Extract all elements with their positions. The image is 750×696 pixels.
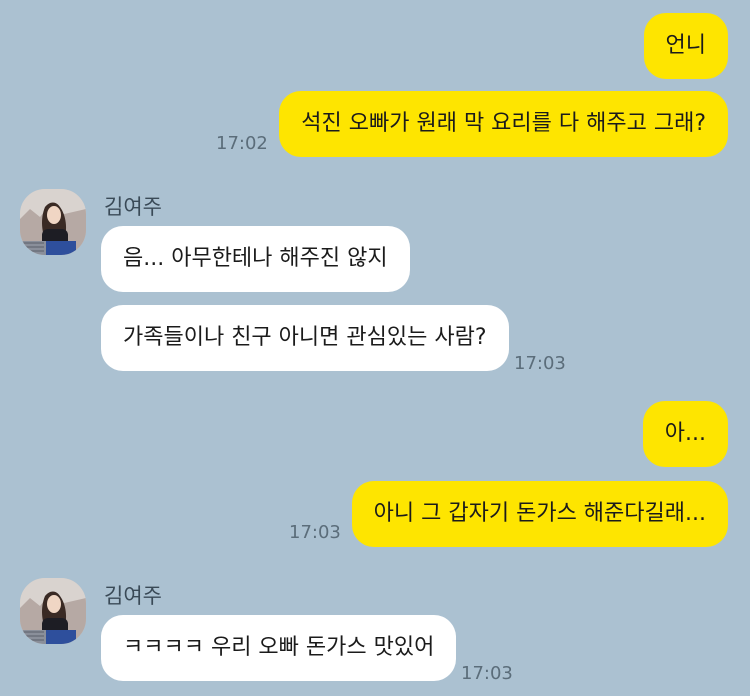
sender-name: 김여주	[104, 195, 162, 219]
message-timestamp: 17:03	[461, 663, 513, 684]
my-message-bubble[interactable]: 아니 그 갑자기 돈가스 해준다길래...	[351, 481, 728, 547]
sender-avatar[interactable]	[20, 189, 86, 255]
my-message-bubble[interactable]: 석진 오빠가 원래 막 요리를 다 해주고 그래?	[279, 91, 728, 157]
sender-avatar[interactable]	[20, 578, 86, 644]
received-message-bubble[interactable]: 음... 아무한테나 해주진 않지	[101, 226, 410, 292]
sender-name: 김여주	[104, 584, 162, 608]
my-message-bubble[interactable]: 아...	[642, 401, 728, 467]
message-timestamp: 17:02	[216, 133, 268, 154]
message-timestamp: 17:03	[289, 522, 341, 543]
my-message-bubble[interactable]: 언니	[643, 13, 728, 79]
message-timestamp: 17:03	[514, 353, 566, 374]
received-message-bubble[interactable]: 가족들이나 친구 아니면 관심있는 사람?	[101, 305, 509, 371]
profile-photo-icon	[20, 189, 86, 255]
profile-photo-icon	[20, 578, 86, 644]
received-message-bubble[interactable]: ㅋㅋㅋㅋ 우리 오빠 돈가스 맛있어	[101, 615, 457, 681]
